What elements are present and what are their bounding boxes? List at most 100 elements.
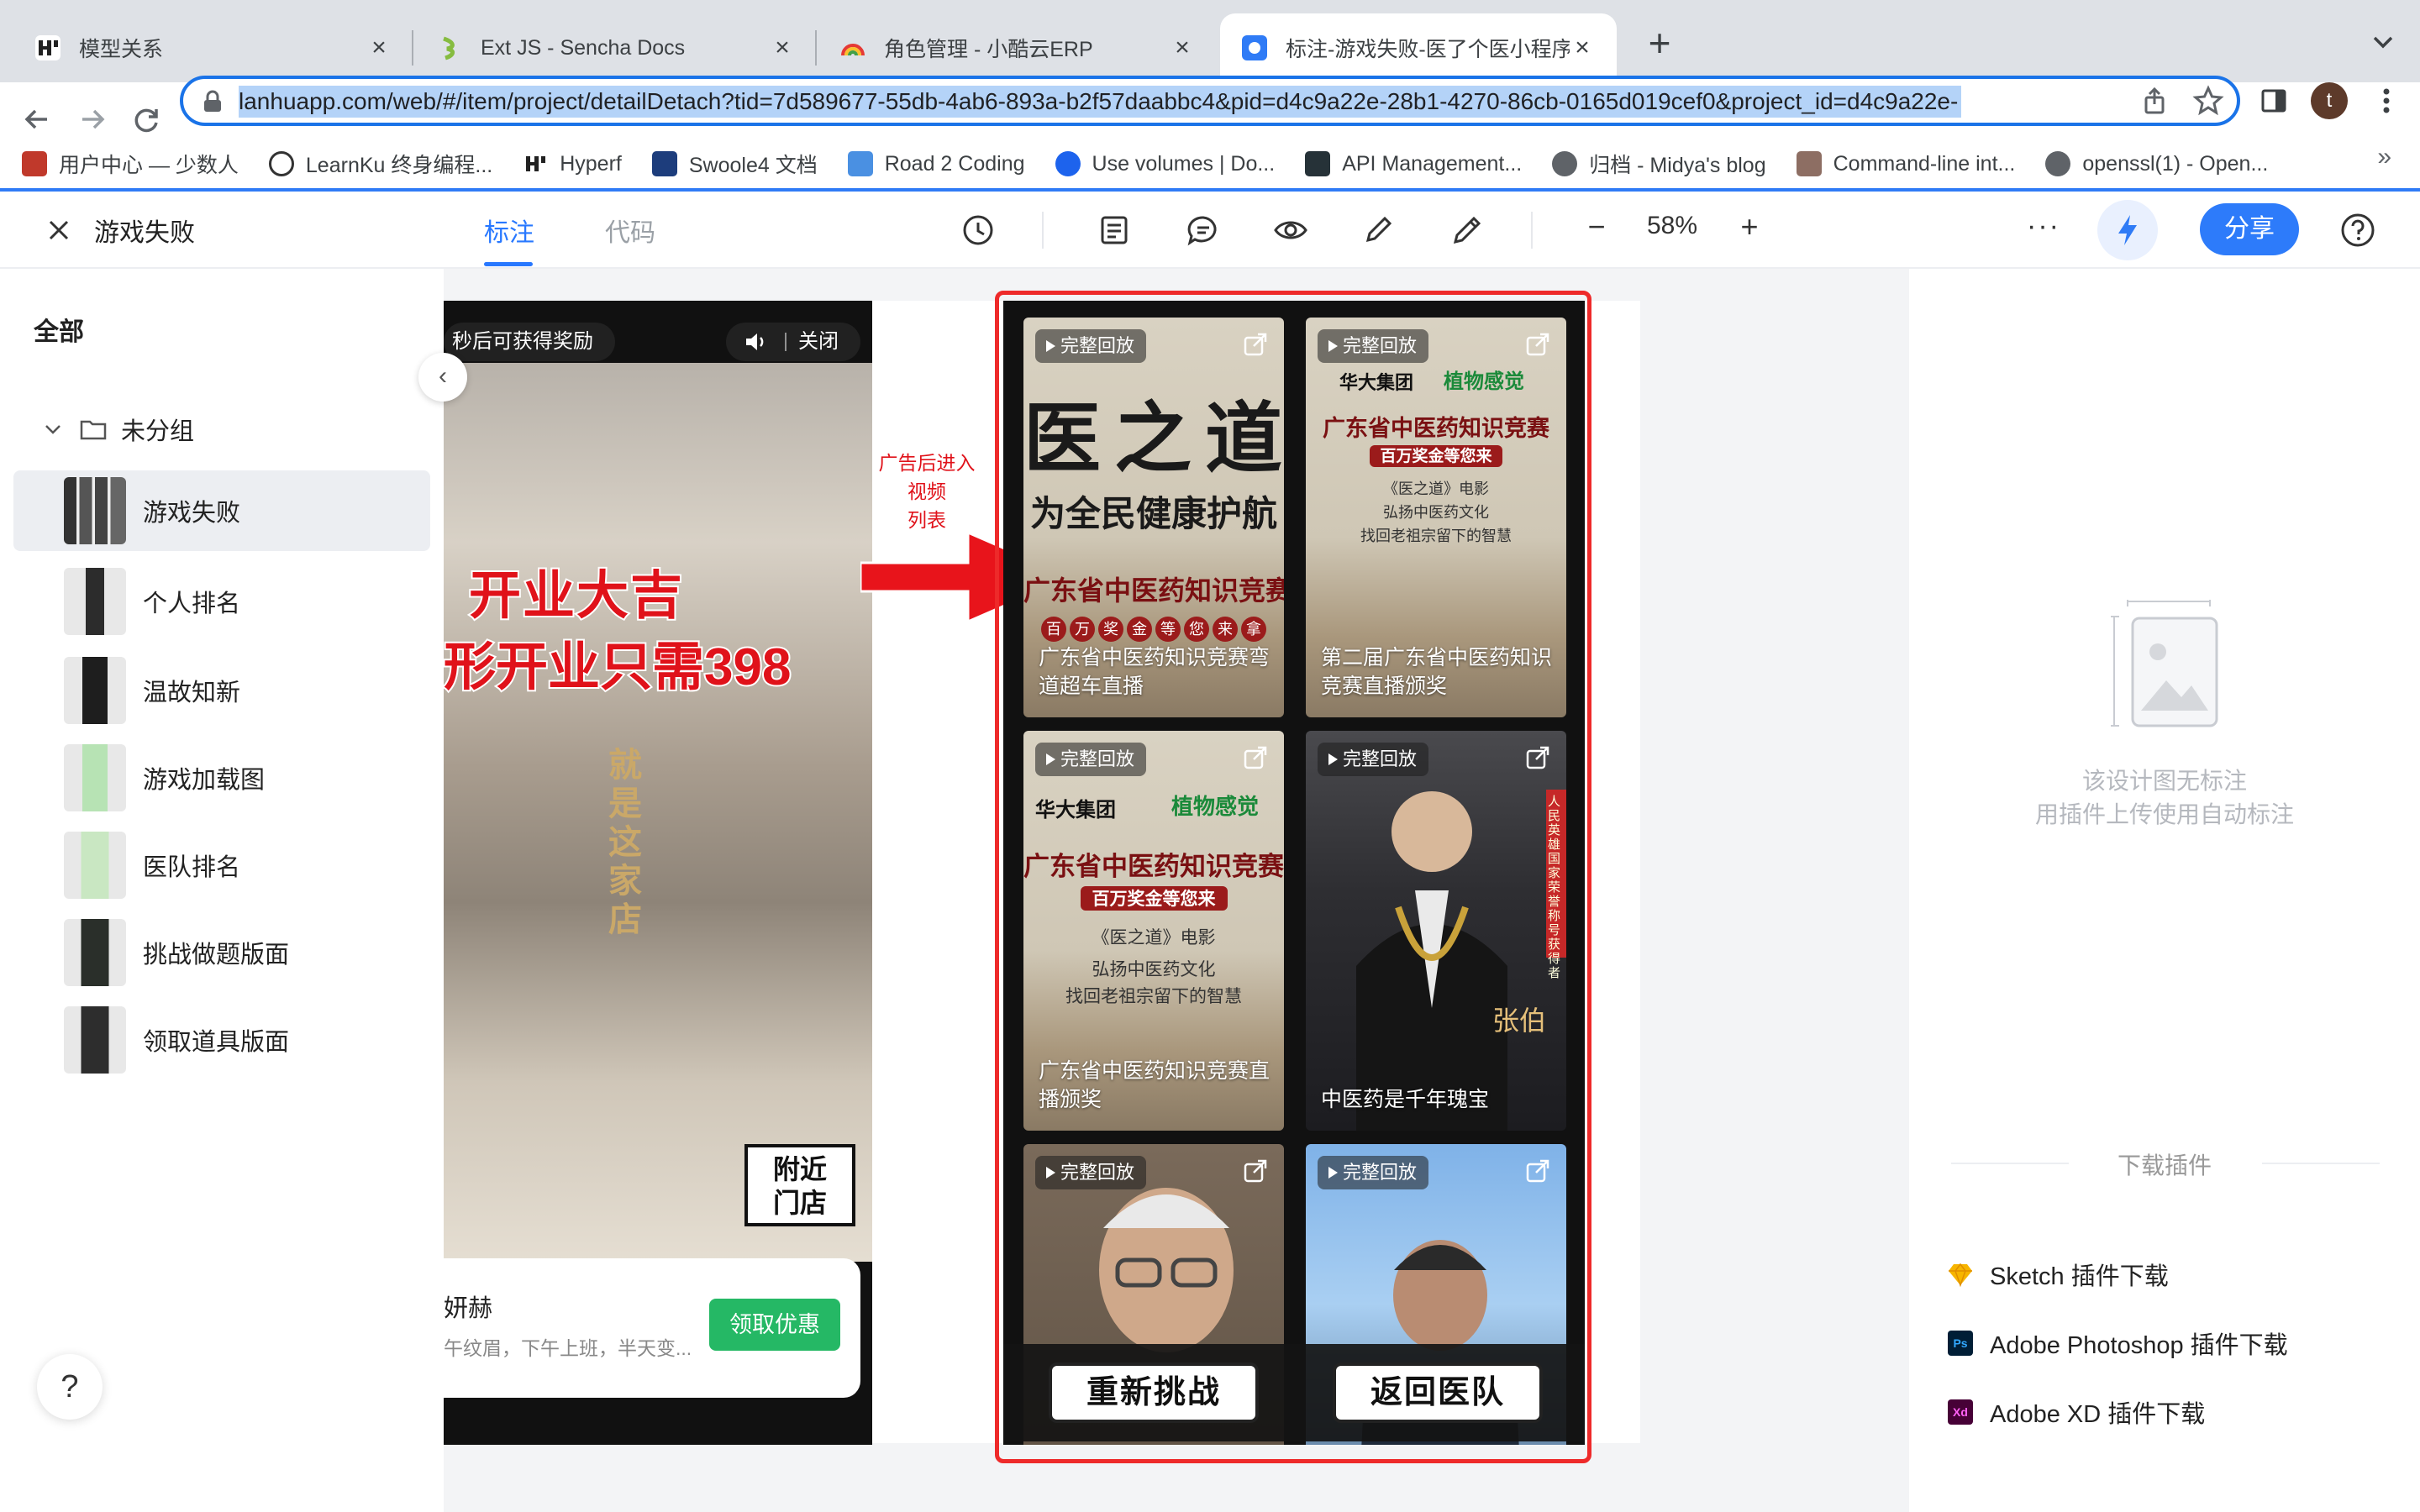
help-circle-icon[interactable] (2338, 210, 2378, 250)
tab-close-icon[interactable]: × (1170, 35, 1195, 60)
external-link-icon[interactable] (1524, 331, 1551, 358)
storefront-photo (444, 363, 872, 1262)
bookmark-2[interactable]: LearnKu 终身编程... (268, 149, 492, 179)
xd-plugin-link[interactable]: Xd Adobe XD 插件下载 (1948, 1394, 2205, 1430)
back-to-team-button[interactable]: 返回医队 (1333, 1362, 1543, 1423)
color-picker-icon[interactable] (1449, 212, 1486, 249)
chevron-down-icon[interactable] (42, 418, 64, 440)
bookmark-3[interactable]: Hyperf (523, 151, 622, 176)
sidebar-item-personal-rank[interactable]: 个人排名 (13, 561, 430, 642)
road2coding-icon (847, 151, 873, 176)
url-text[interactable]: lanhuapp.com/web/#/item/project/detailDe… (239, 86, 1962, 118)
zoom-out-button[interactable]: − (1580, 208, 1613, 245)
bookmark-6[interactable]: Use volumes | Do... (1055, 151, 1275, 176)
strip-char: 来 (1213, 617, 1238, 642)
strip-char: 拿 (1241, 617, 1266, 642)
eye-icon[interactable] (1272, 212, 1309, 249)
share-page-icon[interactable] (2138, 84, 2171, 118)
all-pages-label[interactable]: 全部 (34, 311, 84, 348)
ad-close-pill[interactable]: 关闭 (726, 323, 860, 361)
group-ungrouped[interactable]: 未分组 (42, 412, 194, 447)
share-button[interactable]: 分享 (2200, 203, 2299, 255)
bookmark-4[interactable]: Swoole4 文档 (651, 149, 818, 179)
video-card[interactable]: 华大集团 植物感觉 广东省中医药知识竞赛 百万奖金等您来 《医之道》电影 弘扬中… (1306, 318, 1566, 717)
address-bar[interactable]: lanhuapp.com/web/#/item/project/detailDe… (180, 76, 2240, 126)
notes-icon[interactable] (1096, 212, 1133, 249)
photoshop-plugin-link[interactable]: Ps Adobe Photoshop 插件下载 (1948, 1326, 2288, 1361)
bookmark-9[interactable]: Command-line int... (1796, 151, 2015, 176)
side-panel-icon[interactable] (2257, 84, 2291, 118)
new-tab-button[interactable]: + (1639, 22, 1681, 64)
tab-annotate[interactable]: 标注 (484, 212, 534, 249)
hyperf-icon (523, 151, 549, 176)
bookmark-star-icon[interactable] (2191, 84, 2225, 118)
tab-close-icon[interactable]: × (1570, 35, 1595, 60)
close-icon[interactable] (45, 217, 72, 244)
bookmark-8[interactable]: 归档 - Midya's blog (1552, 149, 1766, 179)
bookmark-7[interactable]: API Management... (1305, 151, 1522, 176)
browser-tab-3[interactable]: 角色管理 - 小酷云ERP × (818, 13, 1217, 82)
zoom-level[interactable]: 58% (1647, 212, 1697, 240)
browser-tab-1[interactable]: 模型关系 × (13, 13, 413, 82)
tab-label: Ext JS - Sencha Docs (481, 35, 686, 60)
more-options-button[interactable]: ··· (2027, 210, 2060, 243)
pen-icon[interactable] (1360, 212, 1397, 249)
poster-l3: 找回老祖宗留下的智慧 (1065, 986, 1242, 1006)
external-link-icon[interactable] (1524, 1158, 1551, 1184)
claim-offer-button[interactable]: 领取优惠 (709, 1299, 840, 1351)
browser-tab-2[interactable]: Ext JS - Sencha Docs × (415, 13, 817, 82)
back-arrow-icon[interactable] (17, 99, 57, 139)
sidebar-item-challenge[interactable]: 挑战做题版面 (13, 912, 430, 993)
video-card[interactable]: 医之道 为全民健康护航 广东省中医药知识竞赛 百 万 奖 金 等 您 来 拿 完… (1023, 318, 1284, 717)
sidebar-item-props[interactable]: 领取道具版面 (13, 1000, 430, 1080)
sidebar-item-label: 游戏失败 (143, 500, 241, 527)
ad-headline-1: 开业大吉 (467, 565, 685, 627)
tab-close-icon[interactable]: × (770, 35, 795, 60)
bookmark-10[interactable]: openssl(1) - Open... (2045, 151, 2268, 176)
ad-vertical-sign: 就是这家店 (608, 747, 642, 938)
bookmarks-overflow-button[interactable]: » (2377, 143, 2391, 171)
replay-badge: 完整回放 (1035, 329, 1147, 363)
sketch-plugin-link[interactable]: Sketch 插件下载 (1948, 1257, 2169, 1292)
tab-code[interactable]: 代码 (605, 212, 655, 249)
zoom-in-button[interactable]: + (1733, 208, 1766, 245)
poster-red-strip: 百 万 奖 金 等 您 来 拿 (1023, 617, 1284, 642)
external-link-icon[interactable] (1524, 744, 1551, 771)
video-card[interactable]: 人民英雄国家荣誉称号获得者 张伯 完整回放 中医药是千年瑰宝 (1306, 731, 1566, 1131)
ad-close-label[interactable]: 关闭 (798, 323, 839, 361)
chevron-left-icon[interactable]: ‹ (418, 353, 467, 402)
sidebar-item-label: 游戏加载图 (143, 767, 266, 794)
external-link-icon[interactable] (1242, 331, 1269, 358)
sidebar-item-loading[interactable]: 游戏加载图 (13, 738, 430, 818)
chevron-down-icon[interactable] (2366, 25, 2400, 59)
external-link-icon[interactable] (1242, 744, 1269, 771)
retry-challenge-button[interactable]: 重新挑战 (1049, 1362, 1259, 1423)
bookmark-5[interactable]: Road 2 Coding (847, 151, 1025, 176)
bookmark-1[interactable]: 用户中心 — 少数人 (22, 149, 239, 179)
sidebar-item-game-fail[interactable]: 游戏失败 (13, 470, 430, 551)
nearby-store-badge[interactable]: 附近 门店 (744, 1144, 855, 1226)
comment-icon[interactable] (1185, 212, 1222, 249)
page-thumbnail (64, 657, 126, 724)
browser-tab-4[interactable]: 标注-游戏失败-医了个医小程序U × (1220, 13, 1617, 82)
profile-avatar[interactable]: t (2311, 82, 2348, 119)
sidebar-item-review[interactable]: 温故知新 (13, 650, 430, 731)
flow-annotation: 广告后进入视频 列表 (871, 449, 983, 534)
kebab-menu-icon[interactable] (2370, 84, 2403, 118)
floating-help-button[interactable]: ? (37, 1354, 103, 1420)
reload-icon[interactable] (126, 99, 166, 139)
lightning-icon[interactable] (2097, 200, 2158, 260)
download-plugins-title: 下载插件 (2117, 1152, 2212, 1179)
lock-icon[interactable] (202, 90, 224, 113)
video-card[interactable]: 华大集团 植物感觉 广东省中医药知识竞赛 百万奖金等您来 《医之道》电影 弘扬中… (1023, 731, 1284, 1131)
app-header: 游戏失败 标注 代码 − 58% + ··· 分享 (0, 192, 2420, 269)
history-clock-icon[interactable] (960, 212, 997, 249)
forward-arrow-icon[interactable] (72, 99, 113, 139)
tab-close-icon[interactable]: × (366, 35, 392, 60)
empty-image-illustration-icon (2111, 600, 2218, 727)
empty-state-line-1: 该设计图无标注 (2081, 768, 2247, 794)
speaker-icon[interactable] (744, 332, 766, 352)
external-link-icon[interactable] (1242, 1158, 1269, 1184)
sidebar-item-team-rank[interactable]: 医队排名 (13, 825, 430, 906)
sidebar-item-label: 个人排名 (143, 591, 241, 617)
